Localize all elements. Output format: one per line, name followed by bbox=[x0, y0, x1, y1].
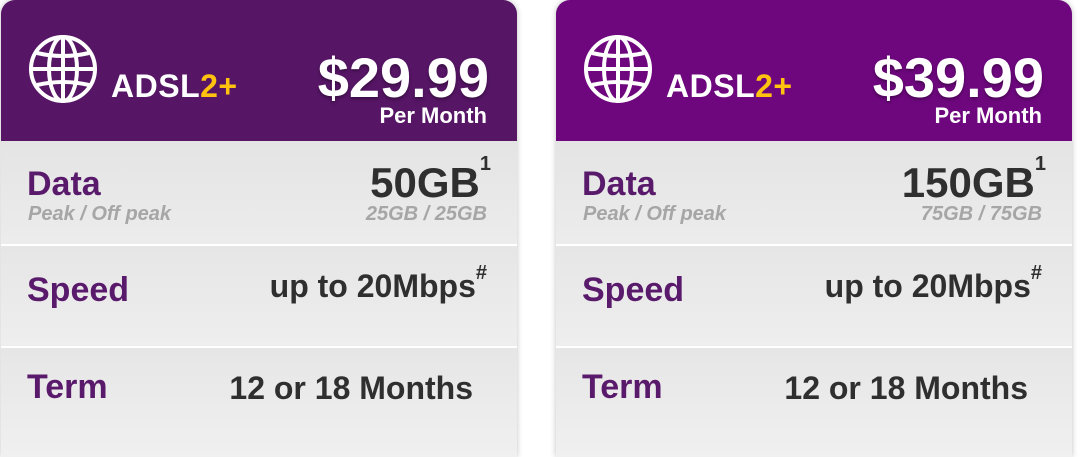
plan-price: $29.99 bbox=[317, 46, 489, 109]
data-row: Data Peak / Off peak 50GB1 25GB / 25GB bbox=[1, 141, 517, 244]
term-value: 12 or 18 Months bbox=[784, 370, 1028, 406]
data-sublabel: Peak / Off peak bbox=[583, 203, 727, 225]
product-name: ADSL2+ bbox=[111, 68, 238, 104]
speed-label: Speed bbox=[27, 271, 130, 309]
speed-row: Speed up to 20Mbps# bbox=[556, 246, 1072, 346]
term-label: Term bbox=[582, 368, 663, 406]
product-name: ADSL2+ bbox=[666, 68, 793, 104]
data-split: 25GB / 25GB bbox=[365, 203, 487, 225]
data-footnote: 1 bbox=[1034, 153, 1046, 175]
data-value: 50GB1 bbox=[370, 153, 491, 206]
plan-price: $39.99 bbox=[872, 46, 1044, 109]
data-footnote: 1 bbox=[479, 153, 491, 175]
plan-card-2[interactable]: ADSL2+ $39.99 Per Month Data Peak / Off … bbox=[556, 0, 1072, 457]
speed-label: Speed bbox=[582, 271, 685, 309]
term-row: Term 12 or 18 Months bbox=[556, 348, 1072, 457]
data-label: Data bbox=[27, 165, 101, 203]
data-split: 75GB / 75GB bbox=[920, 203, 1042, 225]
price-period: Per Month bbox=[379, 103, 487, 128]
speed-value: up to 20Mbps# bbox=[824, 262, 1042, 304]
data-sublabel: Peak / Off peak bbox=[28, 203, 172, 225]
data-row: Data Peak / Off peak 150GB1 75GB / 75GB bbox=[556, 141, 1072, 244]
term-row: Term 12 or 18 Months bbox=[1, 348, 517, 457]
product-suffix: 2+ bbox=[200, 68, 238, 104]
speed-footnote: # bbox=[475, 262, 487, 284]
term-value: 12 or 18 Months bbox=[229, 370, 473, 406]
price-period: Per Month bbox=[934, 103, 1042, 128]
speed-row: Speed up to 20Mbps# bbox=[1, 246, 517, 346]
data-value: 150GB1 bbox=[901, 153, 1046, 206]
speed-value: up to 20Mbps# bbox=[269, 262, 487, 304]
plan-header: ADSL2+ $29.99 Per Month bbox=[1, 0, 517, 141]
term-label: Term bbox=[27, 368, 108, 406]
globe-icon bbox=[584, 35, 652, 103]
plan-card-1[interactable]: ADSL2+ $29.99 Per Month Data Peak / Off … bbox=[1, 0, 517, 457]
speed-footnote: # bbox=[1030, 262, 1042, 284]
data-label: Data bbox=[582, 165, 656, 203]
plan-header: ADSL2+ $39.99 Per Month bbox=[556, 0, 1072, 141]
product-suffix: 2+ bbox=[755, 68, 793, 104]
globe-icon bbox=[29, 35, 97, 103]
